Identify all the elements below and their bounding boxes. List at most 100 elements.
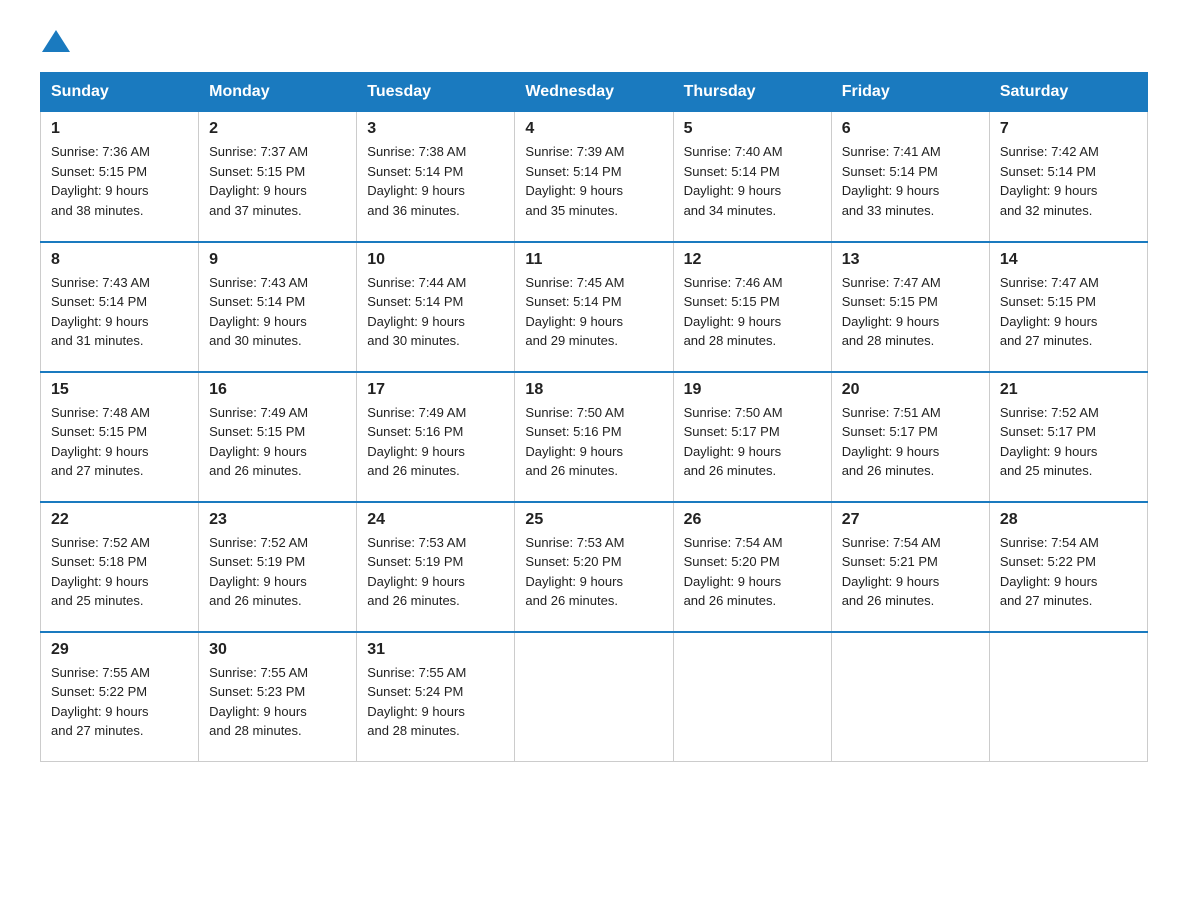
col-header-saturday: Saturday [989,73,1147,112]
day-info: Sunrise: 7:55 AMSunset: 5:23 PMDaylight:… [209,663,346,741]
day-number: 15 [51,381,188,399]
day-info: Sunrise: 7:43 AMSunset: 5:14 PMDaylight:… [209,273,346,351]
calendar-cell: 10 Sunrise: 7:44 AMSunset: 5:14 PMDayligh… [357,242,515,372]
calendar-cell: 5 Sunrise: 7:40 AMSunset: 5:14 PMDaylight… [673,112,831,242]
day-info: Sunrise: 7:54 AMSunset: 5:22 PMDaylight:… [1000,533,1137,611]
calendar-cell: 30 Sunrise: 7:55 AMSunset: 5:23 PMDayligh… [199,632,357,762]
day-info: Sunrise: 7:37 AMSunset: 5:15 PMDaylight:… [209,142,346,220]
day-number: 24 [367,511,504,529]
day-info: Sunrise: 7:53 AMSunset: 5:19 PMDaylight:… [367,533,504,611]
day-info: Sunrise: 7:41 AMSunset: 5:14 PMDaylight:… [842,142,979,220]
day-info: Sunrise: 7:38 AMSunset: 5:14 PMDaylight:… [367,142,504,220]
calendar-cell: 20 Sunrise: 7:51 AMSunset: 5:17 PMDayligh… [831,372,989,502]
calendar-cell: 2 Sunrise: 7:37 AMSunset: 5:15 PMDaylight… [199,112,357,242]
calendar-table: SundayMondayTuesdayWednesdayThursdayFrid… [40,72,1148,762]
calendar-cell: 26Sunrise: 7:54 AMSunset: 5:20 PMDayligh… [673,502,831,632]
day-number: 25 [525,511,662,529]
calendar-cell: 9 Sunrise: 7:43 AMSunset: 5:14 PMDaylight… [199,242,357,372]
day-number: 27 [842,511,979,529]
calendar-week-row: 29 Sunrise: 7:55 AMSunset: 5:22 PMDayligh… [41,632,1148,762]
calendar-cell: 18 Sunrise: 7:50 AMSunset: 5:16 PMDayligh… [515,372,673,502]
day-info: Sunrise: 7:50 AMSunset: 5:16 PMDaylight:… [525,403,662,481]
calendar-cell [989,632,1147,762]
day-number: 26 [684,511,821,529]
calendar-cell: 17 Sunrise: 7:49 AMSunset: 5:16 PMDayligh… [357,372,515,502]
day-info: Sunrise: 7:39 AMSunset: 5:14 PMDaylight:… [525,142,662,220]
day-info: Sunrise: 7:47 AMSunset: 5:15 PMDaylight:… [1000,273,1137,351]
calendar-cell: 21 Sunrise: 7:52 AMSunset: 5:17 PMDayligh… [989,372,1147,502]
day-number: 30 [209,641,346,659]
day-info: Sunrise: 7:52 AMSunset: 5:17 PMDaylight:… [1000,403,1137,481]
calendar-cell: 6 Sunrise: 7:41 AMSunset: 5:14 PMDaylight… [831,112,989,242]
day-info: Sunrise: 7:49 AMSunset: 5:15 PMDaylight:… [209,403,346,481]
day-info: Sunrise: 7:52 AMSunset: 5:19 PMDaylight:… [209,533,346,611]
day-info: Sunrise: 7:51 AMSunset: 5:17 PMDaylight:… [842,403,979,481]
day-info: Sunrise: 7:53 AMSunset: 5:20 PMDaylight:… [525,533,662,611]
calendar-cell [673,632,831,762]
calendar-cell: 7 Sunrise: 7:42 AMSunset: 5:14 PMDaylight… [989,112,1147,242]
col-header-tuesday: Tuesday [357,73,515,112]
col-header-wednesday: Wednesday [515,73,673,112]
day-number: 3 [367,120,504,138]
calendar-cell: 13Sunrise: 7:47 AMSunset: 5:15 PMDayligh… [831,242,989,372]
day-number: 20 [842,381,979,399]
col-header-monday: Monday [199,73,357,112]
day-number: 16 [209,381,346,399]
calendar-cell: 22 Sunrise: 7:52 AMSunset: 5:18 PMDayligh… [41,502,199,632]
calendar-cell: 11Sunrise: 7:45 AMSunset: 5:14 PMDayligh… [515,242,673,372]
day-info: Sunrise: 7:40 AMSunset: 5:14 PMDaylight:… [684,142,821,220]
day-info: Sunrise: 7:50 AMSunset: 5:17 PMDaylight:… [684,403,821,481]
calendar-cell: 24 Sunrise: 7:53 AMSunset: 5:19 PMDayligh… [357,502,515,632]
day-number: 31 [367,641,504,659]
day-number: 1 [51,120,188,138]
day-info: Sunrise: 7:52 AMSunset: 5:18 PMDaylight:… [51,533,188,611]
calendar-cell: 1 Sunrise: 7:36 AMSunset: 5:15 PMDaylight… [41,112,199,242]
day-info: Sunrise: 7:44 AMSunset: 5:14 PMDaylight:… [367,273,504,351]
day-info: Sunrise: 7:55 AMSunset: 5:22 PMDaylight:… [51,663,188,741]
day-number: 8 [51,251,188,269]
calendar-cell [515,632,673,762]
day-number: 17 [367,381,504,399]
page-header [40,30,1148,54]
calendar-cell: 8Sunrise: 7:43 AMSunset: 5:14 PMDaylight… [41,242,199,372]
day-number: 10 [367,251,504,269]
day-number: 29 [51,641,188,659]
col-header-friday: Friday [831,73,989,112]
day-number: 7 [1000,120,1137,138]
day-info: Sunrise: 7:46 AMSunset: 5:15 PMDaylight:… [684,273,821,351]
col-header-sunday: Sunday [41,73,199,112]
calendar-cell: 29 Sunrise: 7:55 AMSunset: 5:22 PMDayligh… [41,632,199,762]
day-number: 28 [1000,511,1137,529]
day-number: 9 [209,251,346,269]
day-number: 22 [51,511,188,529]
calendar-header-row: SundayMondayTuesdayWednesdayThursdayFrid… [41,73,1148,112]
day-number: 5 [684,120,821,138]
day-number: 2 [209,120,346,138]
calendar-week-row: 22 Sunrise: 7:52 AMSunset: 5:18 PMDayligh… [41,502,1148,632]
day-info: Sunrise: 7:42 AMSunset: 5:14 PMDaylight:… [1000,142,1137,220]
day-info: Sunrise: 7:54 AMSunset: 5:21 PMDaylight:… [842,533,979,611]
logo-triangle-icon [42,30,70,52]
calendar-cell: 16 Sunrise: 7:49 AMSunset: 5:15 PMDayligh… [199,372,357,502]
day-number: 14 [1000,251,1137,269]
day-number: 21 [1000,381,1137,399]
calendar-cell: 3 Sunrise: 7:38 AMSunset: 5:14 PMDaylight… [357,112,515,242]
calendar-week-row: 8 Sunrise: 7:43 AMSunset: 5:14 PMDaylight… [41,242,1148,372]
calendar-cell: 14 Sunrise: 7:47 AMSunset: 5:15 PMDayligh… [989,242,1147,372]
calendar-cell: 27 Sunrise: 7:54 AMSunset: 5:21 PMDayligh… [831,502,989,632]
day-info: Sunrise: 7:36 AMSunset: 5:15 PMDaylight:… [51,142,188,220]
day-number: 18 [525,381,662,399]
day-info: Sunrise: 7:48 AMSunset: 5:15 PMDaylight:… [51,403,188,481]
day-number: 4 [525,120,662,138]
day-info: Sunrise: 7:55 AMSunset: 5:24 PMDaylight:… [367,663,504,741]
calendar-cell: 4 Sunrise: 7:39 AMSunset: 5:14 PMDaylight… [515,112,673,242]
calendar-week-row: 15 Sunrise: 7:48 AMSunset: 5:15 PMDayligh… [41,372,1148,502]
calendar-cell: 15 Sunrise: 7:48 AMSunset: 5:15 PMDayligh… [41,372,199,502]
calendar-cell: 12 Sunrise: 7:46 AMSunset: 5:15 PMDayligh… [673,242,831,372]
day-number: 12 [684,251,821,269]
col-header-thursday: Thursday [673,73,831,112]
day-number: 13 [842,251,979,269]
day-info: Sunrise: 7:49 AMSunset: 5:16 PMDaylight:… [367,403,504,481]
day-number: 6 [842,120,979,138]
calendar-cell [831,632,989,762]
